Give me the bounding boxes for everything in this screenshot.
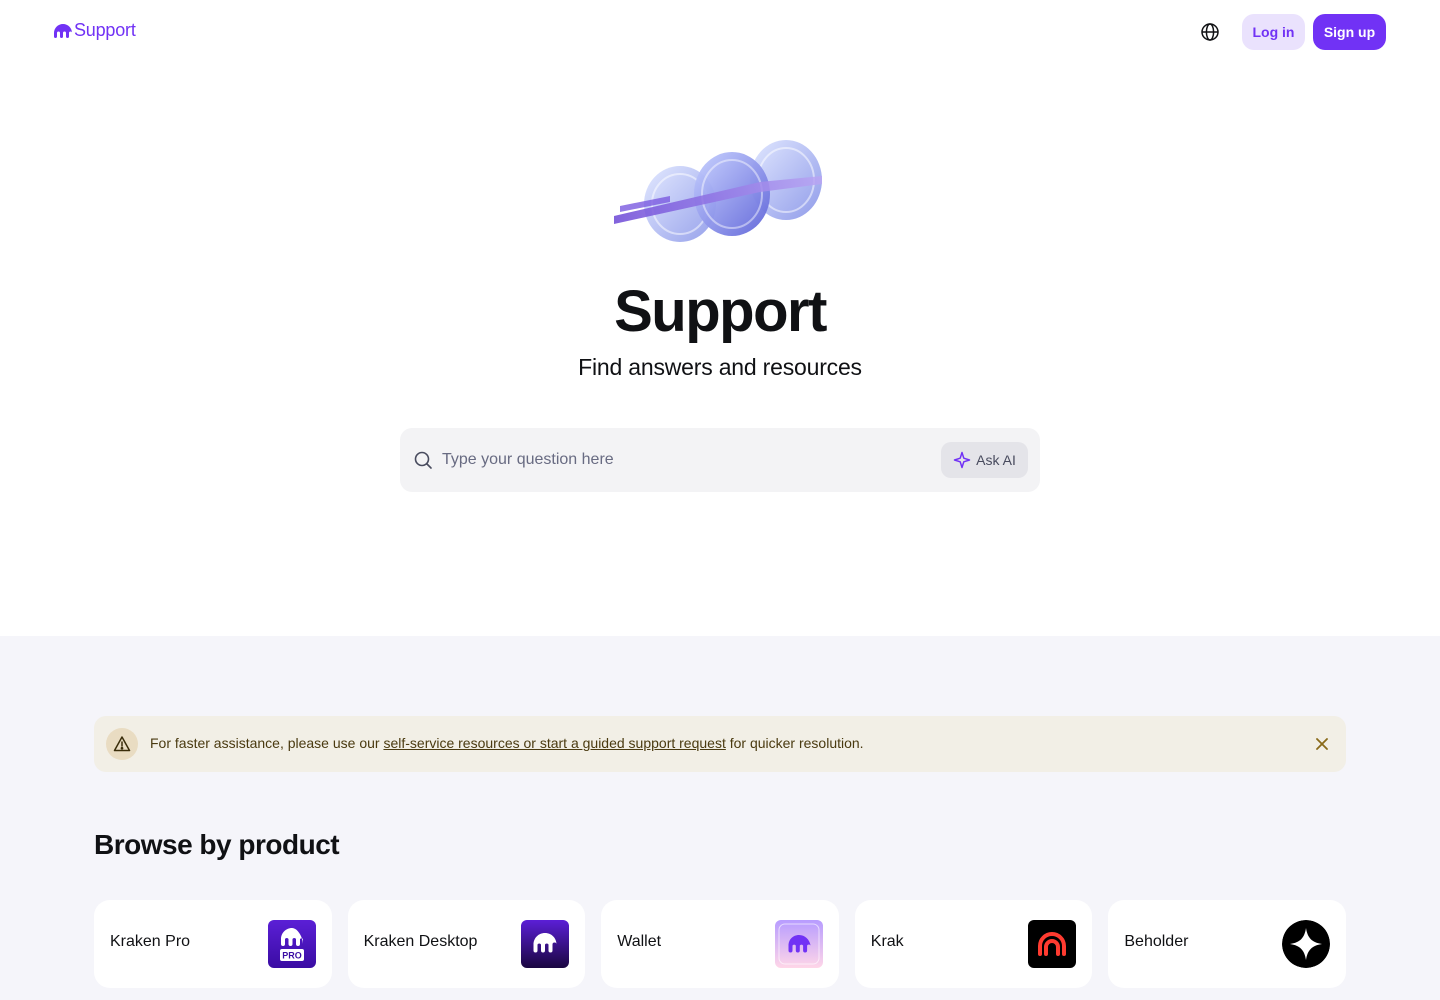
signup-button[interactable]: Sign up (1313, 14, 1386, 50)
product-card-kraken-desktop[interactable]: Kraken Desktop (347, 900, 586, 988)
product-label: Wallet (617, 933, 662, 950)
assistance-notice: For faster assistance, please use our se… (94, 716, 1346, 772)
product-label: Krak (870, 933, 904, 950)
product-label: Beholder (1124, 933, 1189, 950)
kraken-pro-icon: PRO (267, 920, 316, 968)
product-label: Kraken Desktop (363, 933, 478, 950)
login-button[interactable]: Log in (1242, 14, 1305, 50)
kraken-logo-icon (54, 23, 72, 38)
support-logo[interactable]: Support (54, 20, 136, 41)
search-icon (414, 451, 432, 469)
self-service-link[interactable]: self-service resources or start a guided… (383, 735, 725, 751)
browse-title: Browse by product (94, 829, 340, 860)
krak-icon (1028, 920, 1077, 968)
product-card-beholder[interactable]: Beholder (1108, 900, 1346, 988)
product-card-kraken-pro[interactable]: Kraken Pro PRO (94, 900, 332, 988)
pro-badge-text: PRO (282, 951, 302, 961)
product-card-wallet[interactable]: Wallet (601, 900, 839, 988)
top-header: Support Log in Sign up (0, 0, 1440, 64)
ask-ai-label: Ask AI (976, 452, 1016, 468)
notice-text: For faster assistance, please use our se… (150, 735, 864, 751)
kraken-desktop-icon (521, 920, 570, 968)
notice-text-after: for quicker resolution. (725, 735, 864, 751)
logo-text: Support (74, 20, 136, 40)
ask-ai-button[interactable]: Ask AI (941, 442, 1028, 478)
globe-icon[interactable] (1199, 21, 1221, 43)
wallet-icon (774, 920, 823, 968)
product-label: Kraken Pro (110, 933, 191, 950)
notice-text-before: For faster assistance, please use our (150, 735, 384, 751)
warning-icon (106, 728, 138, 760)
product-cards: Kraken Pro PRO Kraken Desktop Wallet Kra… (94, 900, 1346, 988)
close-icon[interactable] (1313, 735, 1331, 753)
beholder-icon (1281, 920, 1330, 968)
coins-illustration (614, 140, 822, 242)
sparkle-icon (953, 451, 971, 469)
product-card-krak[interactable]: Krak (854, 900, 1093, 988)
page-title: Support (614, 279, 827, 344)
page-subtitle: Find answers and resources (578, 354, 862, 380)
search-input[interactable] (442, 444, 922, 476)
